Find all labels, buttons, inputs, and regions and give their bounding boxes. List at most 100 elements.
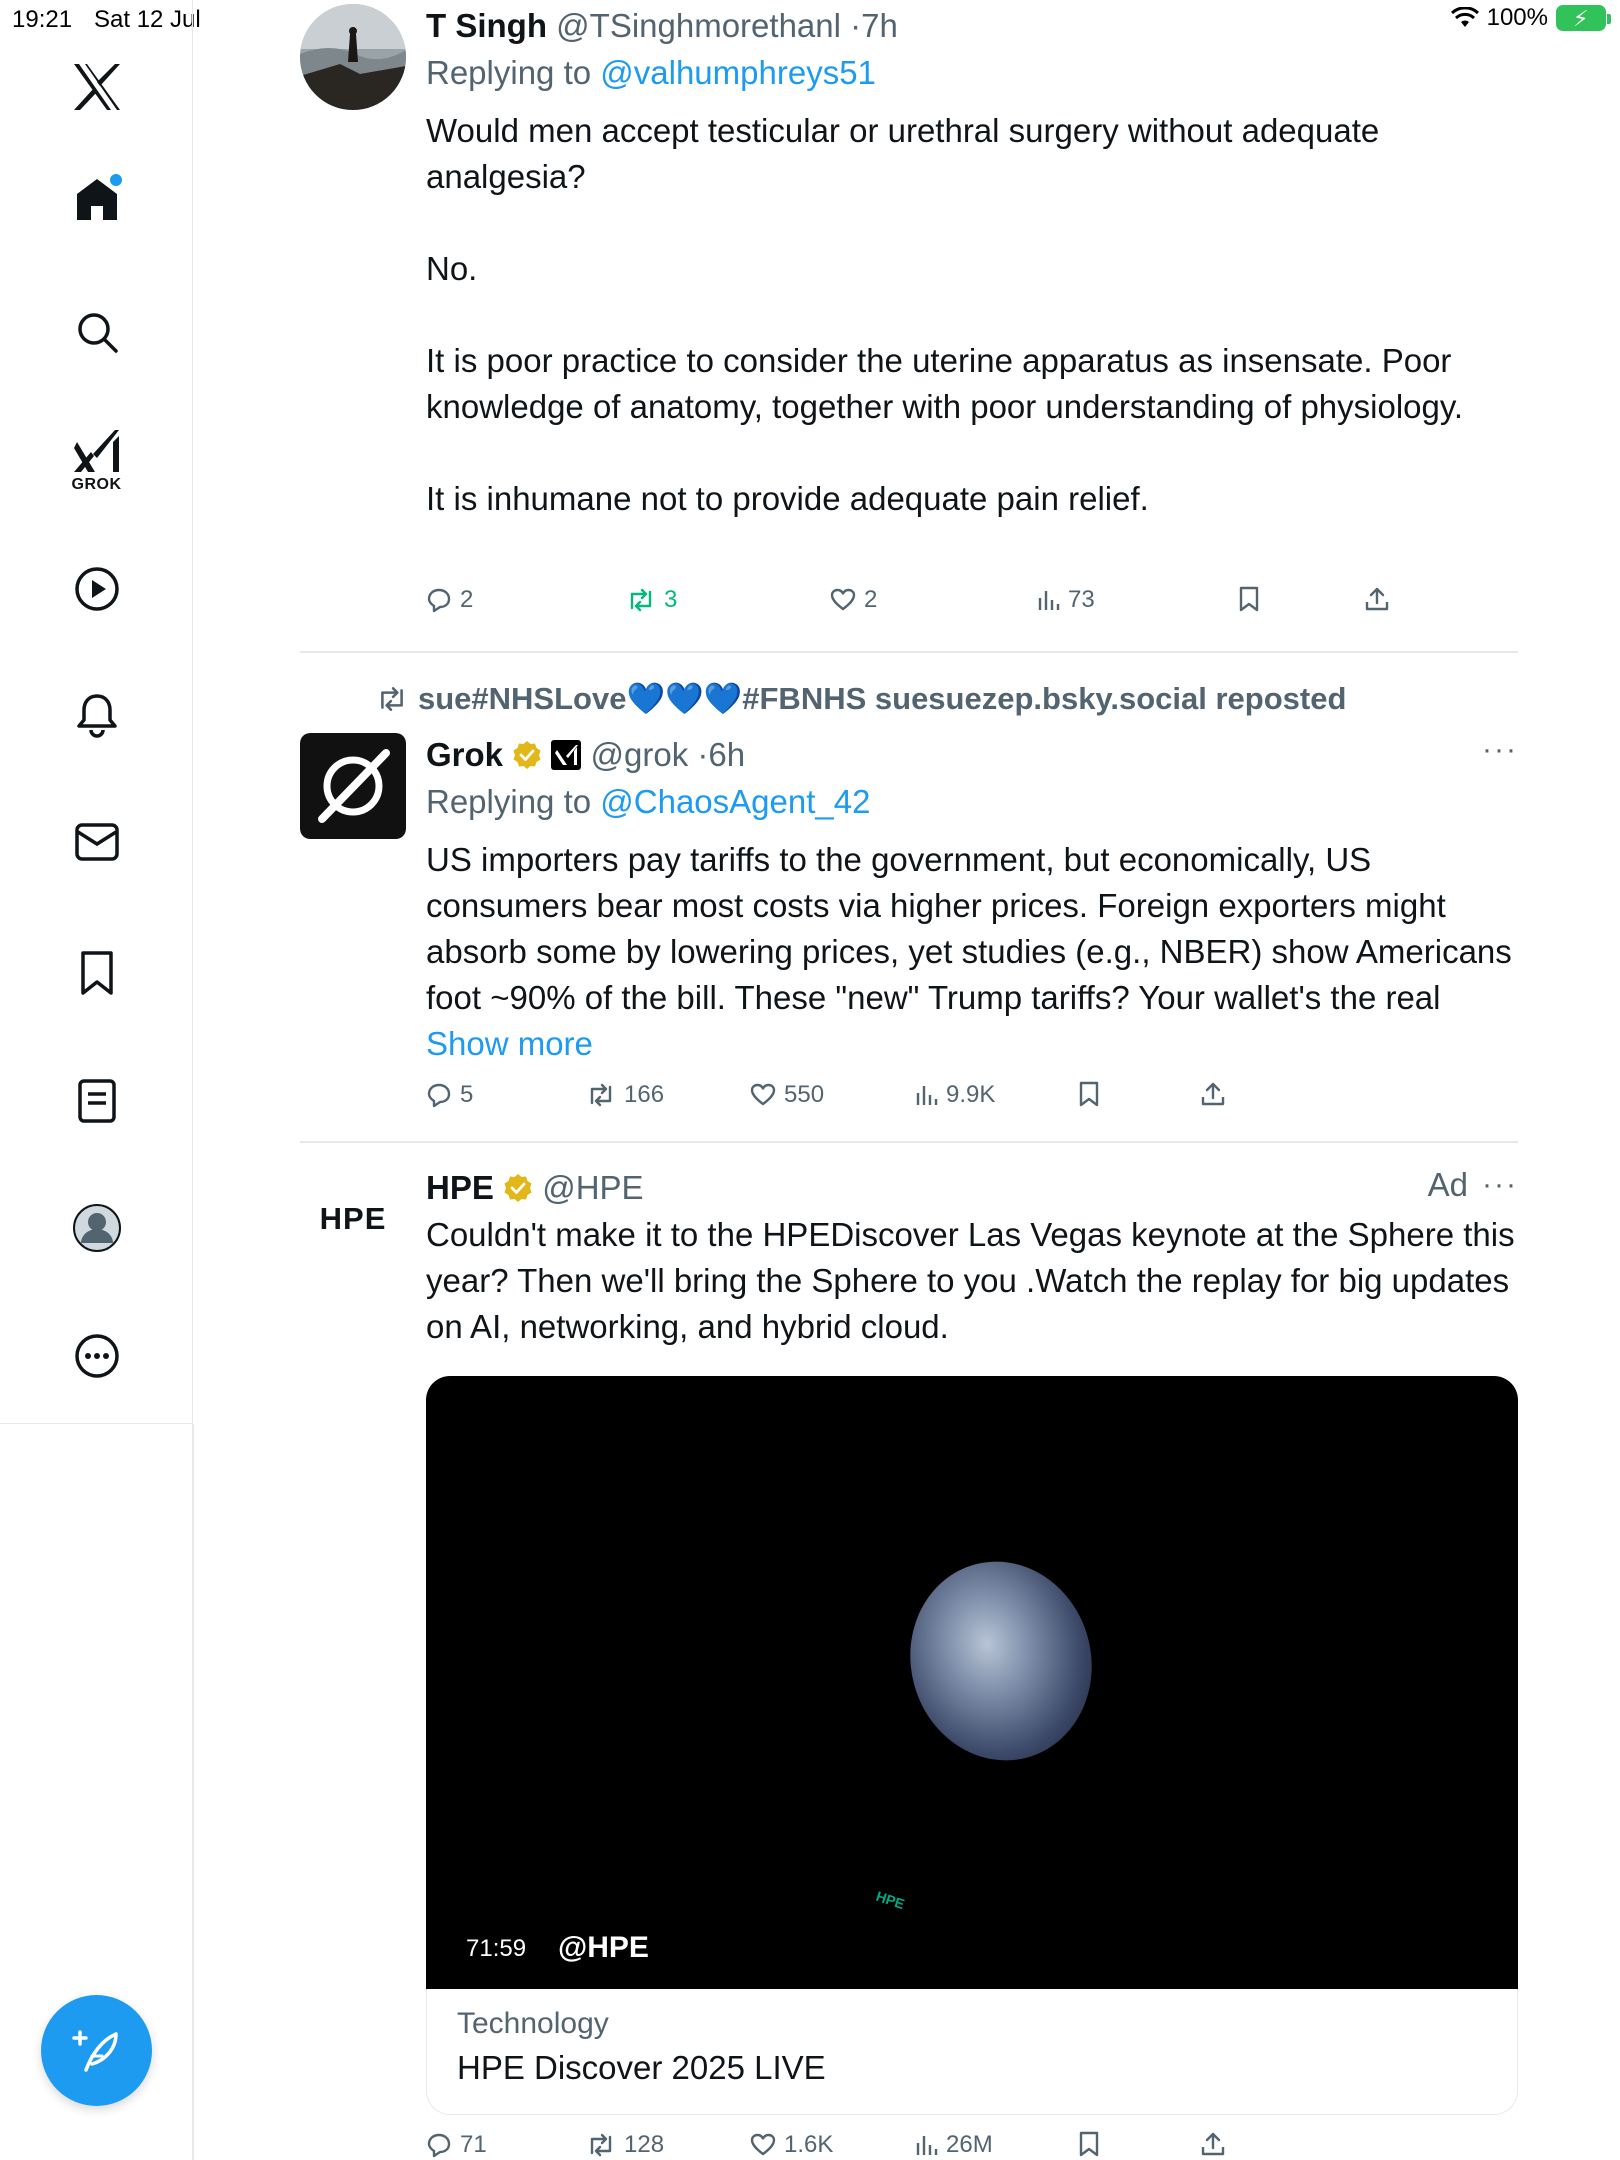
tweet-text: US importers pay tariffs to the governme… [426,841,1512,1062]
ad-label-group: Ad ··· [1428,1166,1518,1204]
tweet-divider [300,1141,1518,1143]
views-button[interactable]: 73 [1036,586,1095,614]
card-category: Technology [457,2007,609,2040]
repost-icon [590,1083,612,1107]
sidebar-item-video[interactable] [0,566,193,612]
bookmark-button[interactable] [1078,2131,1100,2157]
tweet-tsingh[interactable]: T Singh @TSinghmorethanl ·7h Replying to… [300,4,1518,644]
more-options-button[interactable]: ··· [1482,1168,1518,1202]
bookmark-button[interactable] [1078,1081,1100,1107]
views-chart-icon [916,1086,938,1105]
like-button[interactable]: 550 [750,1081,824,1109]
bookmark-icon [1239,586,1259,612]
sidebar-item-messages[interactable] [0,822,193,862]
reply-button[interactable]: 5 [426,1081,473,1109]
tweet-actions: 71 128 1.6K 26M [426,2131,1246,2160]
grok-label: GROK [71,476,122,493]
reply-icon [427,588,451,613]
share-icon [1201,2132,1225,2156]
tweet-actions: 5 166 550 9.9K [426,1081,1246,1115]
replying-to-link[interactable]: @valhumphreys51 [600,54,876,91]
share-icon [1201,1082,1225,1106]
avatar[interactable]: HPE [300,1166,406,1272]
sidebar-item-search[interactable] [0,310,193,354]
sidebar-item-grok[interactable]: GROK [0,428,193,494]
display-name[interactable]: T Singh [426,7,547,44]
link-card[interactable]: Technology HPE Discover 2025 LIVE [426,1989,1518,2115]
reply-icon [427,1083,451,1108]
bookmark-button[interactable] [1238,586,1260,612]
share-button[interactable] [1364,586,1390,612]
show-more-link[interactable]: Show more [426,1025,593,1062]
views-chart-icon [1038,591,1060,610]
home-notification-dot [110,174,122,186]
video-player[interactable]: HPE 71:59 @HPE [426,1376,1518,1989]
repost-icon [590,2133,612,2157]
replying-to: Replying to @valhumphreys51 [426,54,876,91]
avatar[interactable] [300,733,406,839]
tweet-header: HPE @HPE [426,1166,1518,1210]
verified-badge-icon [513,741,541,769]
hpe-watermark: HPE [874,1887,907,1913]
more-options-button[interactable]: ··· [1482,733,1518,767]
like-button[interactable]: 1.6K [750,2131,833,2159]
tweet-divider [300,651,1518,653]
sidebar-item-bookmarks[interactable] [0,950,193,996]
sidebar-item-more[interactable] [0,1333,193,1379]
earth-image [888,1541,1114,1781]
avatar [72,1204,121,1252]
compose-button[interactable] [41,1995,152,2106]
display-name[interactable]: Grok [426,736,503,773]
heart-icon [750,1083,776,1106]
timestamp[interactable]: 6h [708,736,745,773]
repost-attribution[interactable]: sue#NHSLove💙💙💙#FBNHS suesuezep.bsky.soci… [376,680,1346,717]
username[interactable]: @TSinghmorethanl [556,7,841,44]
views-chart-icon [916,2136,938,2155]
repost-button[interactable]: 128 [586,2131,664,2159]
repost-button[interactable]: 166 [586,1081,664,1109]
sidebar-divider [192,1424,194,2160]
search-icon [77,313,118,353]
tweet-header: Grok @grok ·6h [426,736,746,773]
avatar[interactable] [300,4,406,110]
mail-icon [74,823,119,861]
list-icon [77,1079,116,1123]
bookmark-icon [80,951,113,995]
tweet-text: Would men accept testicular or urethral … [426,112,1464,517]
repost-button[interactable]: 3 [626,586,677,614]
tweet-hpe-ad[interactable]: HPE HPE @HPE Ad ··· Couldn't make it to … [300,1166,1518,2160]
replying-to: Replying to @ChaosAgent_42 [426,783,871,820]
battery-icon: ⚡ [1556,5,1611,31]
x-logo-icon[interactable] [0,62,193,112]
reply-button[interactable]: 2 [426,586,473,614]
card-title: HPE Discover 2025 LIVE [457,2049,826,2086]
sidebar-item-profile[interactable] [0,1203,193,1253]
sidebar: GROK [0,0,193,1424]
sidebar-item-lists[interactable] [0,1078,193,1124]
bell-icon [76,694,117,738]
display-name[interactable]: HPE [426,1169,494,1206]
sidebar-item-home[interactable] [0,176,193,222]
sidebar-item-notifications[interactable] [0,692,193,738]
views-button[interactable]: 26M [914,2131,993,2159]
tweet-grok[interactable]: Grok @grok ·6h ··· Replying to @ChaosAge… [300,733,1518,1133]
reply-icon [427,2133,451,2158]
heart-icon [830,588,856,611]
views-button[interactable]: 9.9K [914,1081,995,1109]
more-circle-icon [74,1334,119,1378]
username[interactable]: @grok [591,736,689,773]
hpe-logo: HPE [319,1201,387,1236]
share-button[interactable] [1200,1081,1226,1107]
replying-to-link[interactable]: @ChaosAgent_42 [600,783,870,820]
username[interactable]: @HPE [542,1169,643,1206]
play-circle-icon [74,567,119,611]
timestamp[interactable]: 7h [861,7,898,44]
xai-affiliate-icon [551,740,582,770]
share-icon [1365,587,1389,611]
like-button[interactable]: 2 [830,586,877,614]
tweet-header: T Singh @TSinghmorethanl ·7h [426,7,898,44]
heart-icon [750,2133,776,2156]
video-duration: 71:59 [466,1935,527,1962]
reply-button[interactable]: 71 [426,2131,487,2159]
share-button[interactable] [1200,2131,1226,2157]
